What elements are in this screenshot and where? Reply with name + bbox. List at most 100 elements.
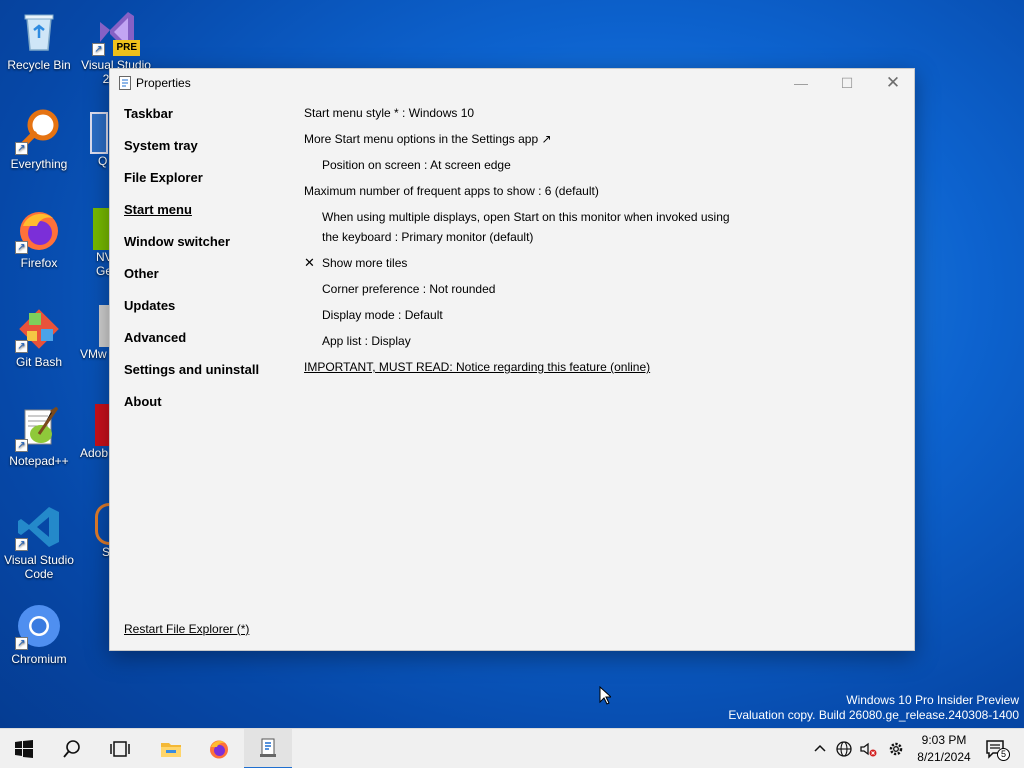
notepad-plus-plus-icon: ↗ — [15, 404, 63, 452]
shortcut-arrow-icon: ↗ — [92, 43, 105, 56]
desktop-icon-label: Git Bash — [15, 355, 63, 369]
setting-display-mode[interactable]: Display mode : Default — [304, 302, 904, 328]
taskbar-file-explorer[interactable] — [147, 729, 195, 768]
desktop-icon-partial-adobe[interactable]: Adob — [80, 404, 109, 460]
vmware-icon — [99, 305, 109, 347]
task-view-icon — [110, 741, 130, 757]
chevron-up-icon — [814, 744, 826, 752]
desktop-icon-chromium[interactable]: ↗ Chromium — [3, 602, 75, 666]
desktop-icon-label: Notepad++ — [9, 454, 69, 468]
shortcut-arrow-icon: ↗ — [15, 538, 28, 551]
search-icon — [63, 740, 80, 758]
shortcut-arrow-icon: ↗ — [15, 637, 28, 650]
watermark-build: Evaluation copy. Build 26080.ge_release.… — [728, 708, 1019, 722]
sidebar-item-about[interactable]: About — [124, 391, 284, 423]
file-explorer-icon — [161, 743, 181, 757]
sidebar-item-file-explorer[interactable]: File Explorer — [124, 167, 284, 199]
desktop-icon-label: Recycle Bin — [7, 58, 71, 72]
start-button[interactable] — [0, 729, 48, 768]
app-icon — [95, 503, 109, 545]
checked-icon: ✕ — [304, 255, 315, 270]
notification-count-badge: 5 — [997, 748, 1010, 761]
desktop-icon-notepad-plus-plus[interactable]: ↗ Notepad++ — [3, 404, 75, 468]
search-button[interactable] — [48, 729, 96, 768]
desktop-icon-label: Firefox — [20, 256, 58, 270]
setting-text-line: When using multiple displays, open Start… — [322, 210, 730, 224]
sidebar-item-window-switcher[interactable]: Window switcher — [124, 231, 284, 263]
maximize-button[interactable]: ☐ — [824, 69, 870, 97]
sidebar-item-system-tray[interactable]: System tray — [124, 135, 284, 167]
settings-tray-button[interactable] — [885, 738, 907, 760]
gear-icon — [889, 742, 903, 756]
important-notice-link[interactable]: IMPORTANT, MUST READ: Notice regarding t… — [304, 354, 904, 380]
desktop-icon-partial-q[interactable]: Q — [90, 112, 108, 168]
shortcut-arrow-icon: ↗ — [15, 340, 28, 353]
setting-app-list[interactable]: App list : Display — [304, 328, 904, 354]
properties-window: Properties — ☐ ✕ Taskbar System tray Fil… — [109, 68, 915, 651]
close-button[interactable]: ✕ — [870, 69, 916, 97]
network-tray-button[interactable] — [833, 738, 855, 760]
desktop-icon-recycle-bin[interactable]: Recycle Bin — [3, 8, 75, 72]
desktop-icon-firefox[interactable]: ↗ Firefox — [3, 206, 75, 270]
setting-label: Show more tiles — [322, 256, 408, 270]
firefox-icon — [210, 740, 228, 759]
show-hidden-icons-button[interactable] — [809, 738, 831, 760]
preview-badge: PRE — [113, 40, 140, 56]
sidebar-item-updates[interactable]: Updates — [124, 295, 284, 327]
vscode-icon: ↗ — [15, 503, 63, 551]
shortcut-arrow-icon: ↗ — [15, 439, 28, 452]
setting-start-menu-style[interactable]: Start menu style * : Windows 10 — [304, 100, 904, 126]
desktop-icon-label: Chromium — [11, 652, 67, 666]
watermark-edition: Windows 10 Pro Insider Preview — [846, 693, 1019, 707]
windows-watermark: Windows 10 Pro Insider Preview Evaluatio… — [728, 693, 1019, 723]
setting-show-more-tiles[interactable]: ✕ Show more tiles — [304, 250, 904, 276]
sidebar-item-advanced[interactable]: Advanced — [124, 327, 284, 359]
setting-multi-display-monitor[interactable]: When using multiple displays, open Start… — [304, 204, 904, 250]
mouse-cursor-icon — [599, 686, 611, 705]
desktop-icon-partial-nvidia[interactable]: NV Ge — [93, 208, 113, 278]
clock-time: 9:03 PM — [921, 733, 967, 747]
sidebar-item-settings-and-uninstall[interactable]: Settings and uninstall — [124, 359, 284, 391]
desktop-icon-vscode[interactable]: ↗ Visual Studio Code — [3, 503, 75, 581]
shortcut-arrow-icon: ↗ — [15, 142, 28, 155]
setting-position-on-screen[interactable]: Position on screen : At screen edge — [304, 152, 904, 178]
window-title: Properties — [136, 76, 191, 90]
desktop-icon-label: VMw — [80, 347, 107, 361]
desktop-icon-label: Adob — [80, 446, 109, 460]
clock-date: 8/21/2024 — [917, 750, 971, 764]
taskbar-properties[interactable] — [244, 729, 292, 768]
setting-max-frequent-apps[interactable]: Maximum number of frequent apps to show … — [304, 178, 904, 204]
volume-muted-icon — [860, 742, 877, 757]
windows-logo-icon — [15, 740, 33, 758]
desktop-icon-label: NV Ge — [96, 250, 113, 278]
desktop-icon-partial-s[interactable]: S — [95, 503, 111, 559]
volume-tray-button[interactable] — [857, 738, 879, 760]
recycle-bin-icon — [15, 8, 63, 56]
app-icon — [90, 112, 108, 154]
notification-center-button[interactable]: 5 — [984, 738, 1010, 761]
taskbar-clock[interactable]: 9:03 PM 8/21/2024 — [912, 732, 976, 766]
minimize-button[interactable]: — — [778, 69, 824, 97]
desktop-icon-label: S — [102, 545, 111, 559]
setting-corner-preference[interactable]: Corner preference : Not rounded — [304, 276, 904, 302]
shortcut-arrow-icon: ↗ — [15, 241, 28, 254]
properties-app-icon — [119, 76, 131, 90]
properties-app-icon — [260, 738, 276, 757]
desktop-icon-everything[interactable]: ↗ Everything — [3, 107, 75, 171]
desktop-icon-partial-vmware[interactable]: VMw — [80, 305, 109, 361]
taskbar: 9:03 PM 8/21/2024 5 — [0, 728, 1024, 768]
title-bar[interactable]: Properties — ☐ ✕ — [110, 69, 914, 97]
everything-search-icon: ↗ — [15, 107, 63, 155]
visual-studio-icon: ↗ PRE — [92, 8, 140, 56]
desktop-icon-label: Q — [98, 154, 108, 168]
desktop-icon-git-bash[interactable]: ↗ Git Bash — [3, 305, 75, 369]
sidebar-item-taskbar[interactable]: Taskbar — [124, 103, 284, 135]
desktop-icon-label: Visual Studio Code — [4, 553, 74, 581]
taskbar-firefox[interactable] — [195, 729, 243, 768]
restart-file-explorer-link[interactable]: Restart File Explorer (*) — [124, 622, 249, 636]
task-view-button[interactable] — [96, 729, 144, 768]
adobe-icon — [95, 404, 109, 446]
sidebar-item-start-menu[interactable]: Start menu — [124, 199, 284, 231]
sidebar-item-other[interactable]: Other — [124, 263, 284, 295]
setting-more-options-link[interactable]: More Start menu options in the Settings … — [304, 126, 904, 152]
